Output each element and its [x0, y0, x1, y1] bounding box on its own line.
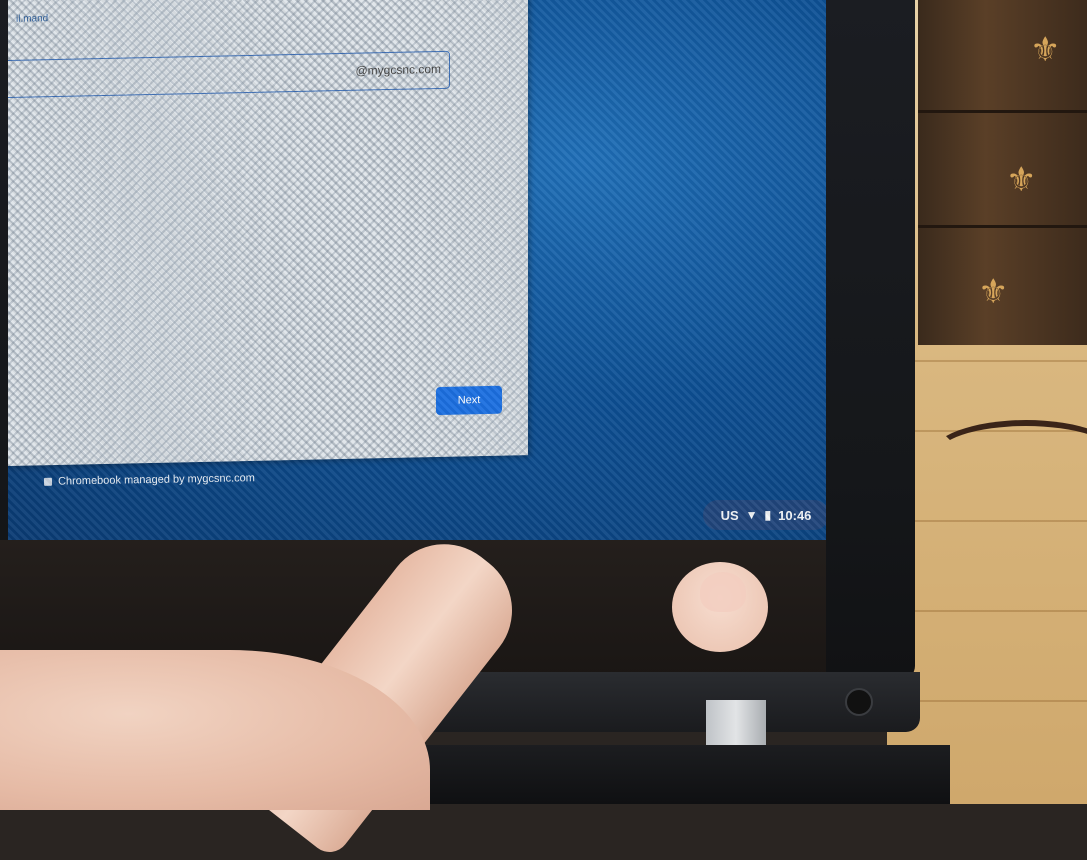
next-button[interactable]: Next: [436, 385, 502, 416]
clock: 10:46: [778, 507, 812, 523]
managed-notice: Chromebook managed by mygcsnc.com: [43, 472, 255, 488]
status-tray[interactable]: US ▼ ▮ 10:46: [703, 500, 826, 530]
chromebook-screen: il.mand @mygcsnc.com Next Chromebook man…: [8, 0, 826, 540]
fleur-de-lis-icon: ⚜: [1006, 160, 1037, 200]
email-domain-suffix: @mygcsnc.com: [355, 61, 441, 78]
sign-in-dialog: il.mand @mygcsnc.com Next: [8, 0, 528, 467]
fleur-de-lis-icon: ⚜: [1030, 30, 1061, 70]
enterprise-icon: [43, 477, 53, 486]
camera-icon: [845, 688, 873, 716]
battery-icon: ▮: [764, 508, 772, 522]
fleur-de-lis-icon: ⚜: [978, 272, 1009, 312]
keyboard-layout: US: [720, 507, 739, 523]
wifi-icon: ▼: [745, 508, 758, 522]
email-label: il.mand: [16, 13, 49, 25]
fingernail: [700, 572, 746, 612]
decorative-box: ⚜ ⚜ ⚜: [918, 0, 1087, 345]
managed-text: Chromebook managed by mygcsnc.com: [57, 472, 255, 488]
